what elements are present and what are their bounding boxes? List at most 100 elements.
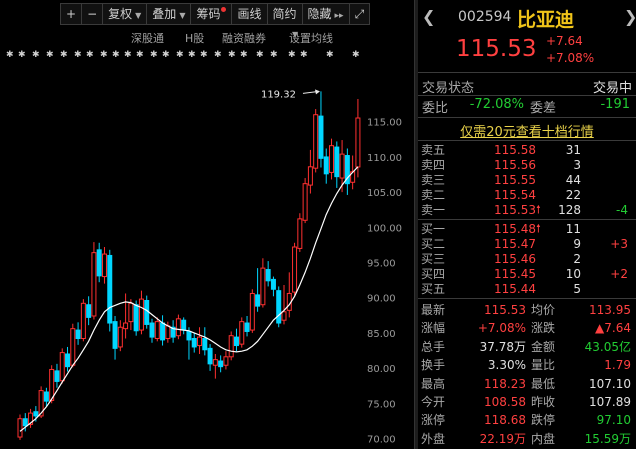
ask-price: 115.54 <box>494 188 536 202</box>
stock-code: 002594 <box>458 9 512 25</box>
shengutong-link[interactable]: 深股通 <box>131 30 164 46</box>
ask-volume: 22 <box>565 188 581 202</box>
divider <box>418 72 636 73</box>
event-marker-icon[interactable]: ✱ <box>200 50 208 60</box>
candle-body-up <box>355 117 361 168</box>
event-marker-icon[interactable]: ✱ <box>352 50 360 60</box>
candle-body-up <box>228 335 234 358</box>
event-marker-icon[interactable]: ✱ <box>150 50 158 60</box>
event-marker-icon[interactable]: ✱ <box>136 50 144 60</box>
next-stock-icon[interactable]: ❯ <box>624 7 636 26</box>
stat-label: 昨收 <box>531 395 556 409</box>
stat-value: 115.53 <box>484 303 526 317</box>
chip-distribution-button[interactable]: 筹码 <box>190 3 233 25</box>
candle-body-down <box>54 370 60 382</box>
ask-volume: 31 <box>565 143 581 157</box>
candle-body-down <box>65 353 71 368</box>
kline-chart-area[interactable]: 115.00 110.00 105.00 100.00 95.00 90.00 85.00 8… <box>0 0 414 449</box>
margin-trading-link[interactable]: 融资融券 <box>222 30 266 46</box>
event-marker-icon[interactable]: ✱ <box>300 50 308 60</box>
event-marker-icon[interactable]: ✱ <box>240 50 248 60</box>
event-marker-icon[interactable]: ✱ <box>46 50 54 60</box>
candle-body-down <box>96 249 102 277</box>
ask-row: 卖五 115.58 31 <box>418 143 636 157</box>
kline-chart[interactable]: 115.00 110.00 105.00 100.00 95.00 90.00 85.00 8… <box>0 0 414 449</box>
hshare-link[interactable]: H股 <box>185 30 204 46</box>
candle-body-down <box>191 338 197 348</box>
ask-row: 卖一 115.53 🠕 128 -4 <box>418 203 636 217</box>
event-marker-icon[interactable]: ✱ <box>288 50 296 60</box>
stats-row: 最高 118.23 最低 107.10 <box>418 375 636 393</box>
ask-delta: -4 <box>616 203 628 217</box>
weicha-label: 委差 <box>530 101 557 116</box>
ask-price: 115.55 <box>494 173 536 187</box>
divider <box>418 219 636 220</box>
candle-body-down <box>334 146 340 178</box>
stat-value: 113.95 <box>589 303 631 317</box>
y-axis-tick-label: 85.00 <box>367 329 396 340</box>
notification-dot-icon <box>221 7 227 12</box>
event-marker-icon[interactable]: ✱ <box>188 50 196 60</box>
event-marker-icon[interactable]: ✱ <box>256 50 264 60</box>
stat-value: 37.78万 <box>479 339 526 354</box>
hide-panel-button[interactable]: 隐藏 ▸▸ <box>301 3 350 25</box>
bid-volume: 9 <box>573 237 581 251</box>
divider <box>418 117 636 118</box>
fuquan-dropdown[interactable]: 复权 ▼ <box>102 3 148 25</box>
quote-header: ❮ 002594 比亚迪 ❯ <box>418 0 636 34</box>
candle-body-up <box>80 302 86 340</box>
stat-label: 量比 <box>531 358 556 373</box>
y-axis-tick-label: 90.00 <box>367 294 396 305</box>
weibi-label: 委比 <box>422 101 449 116</box>
event-marker-icon[interactable]: ✱ <box>100 50 108 60</box>
event-marker-icon[interactable]: ✱ <box>112 50 120 60</box>
simple-mode-button[interactable]: 简约 <box>266 3 303 25</box>
candle-body-up <box>302 183 308 221</box>
stats-row: 总手 37.78万 金额 43.05亿 <box>418 338 636 356</box>
event-marker-icon[interactable]: ✱ <box>270 50 278 60</box>
bid-price: 115.45 <box>494 267 536 281</box>
prev-stock-icon[interactable]: ❮ <box>422 7 435 26</box>
last-price: 115.53 <box>456 36 537 62</box>
weibi-value: -72.08% <box>469 97 524 112</box>
event-marker-icon[interactable]: ✱ <box>18 50 26 60</box>
event-markers-row: ✱ ✱ ✱ ✱ ✱ ✱ ✱ ✱ ✱ ✱ ✱ ✱ ✱ ✱ ✱ ✱ ✱ ✱ ✱ ✱ ✱ ✱ ✱ ✱ ✱ <box>0 50 414 62</box>
bid-volume: 10 <box>565 267 581 281</box>
zoom-in-button[interactable]: + <box>60 3 83 25</box>
bid-volume: 2 <box>573 252 581 266</box>
event-marker-icon[interactable]: ✱ <box>176 50 184 60</box>
candle-body-down <box>218 360 224 368</box>
candle-body-up <box>339 153 345 179</box>
arrow-head-icon <box>314 89 320 95</box>
event-marker-icon[interactable]: ✱ <box>86 50 94 60</box>
chart-toolbar: + − 复权 ▼ 叠加 ▼ 筹码 画线 简约 隐藏 ▸▸ ⤢ <box>60 3 371 25</box>
up-arrow-icon: 🠕 <box>536 222 541 235</box>
event-marker-icon[interactable]: ✱ <box>60 50 68 60</box>
bid-volume: 5 <box>573 282 581 296</box>
chart-subbar: 深股通 H股 融资融券 设置均线 ▼ <box>0 30 414 46</box>
event-marker-icon[interactable]: ✱ <box>32 50 40 60</box>
event-marker-icon[interactable]: ✱ <box>214 50 222 60</box>
candle-body-down <box>265 269 271 282</box>
y-axis-tick-label: 70.00 <box>367 434 396 445</box>
event-marker-icon[interactable]: ✱ <box>6 50 14 60</box>
y-axis-tick-label: 110.00 <box>367 153 402 164</box>
bid-row: 买四 115.45 10 +2 <box>418 267 636 281</box>
fullscreen-button[interactable]: ⤢ <box>348 3 371 25</box>
draw-line-button[interactable]: 画线 <box>231 3 268 25</box>
stat-label: 最新 <box>421 303 446 317</box>
weicha-value: -191 <box>600 97 630 112</box>
expand-icon: ⤢ <box>354 7 365 21</box>
candle-body-down <box>75 329 81 340</box>
overlay-dropdown[interactable]: 叠加 ▼ <box>146 3 192 25</box>
event-marker-icon[interactable]: ✱ <box>74 50 82 60</box>
ten-level-quote-link[interactable]: 仅需20元查看十档行情 <box>418 121 636 140</box>
event-marker-icon[interactable]: ✱ <box>228 50 236 60</box>
candle-body-down <box>207 347 213 365</box>
event-marker-icon[interactable]: ✱ <box>162 50 170 60</box>
candle-body-down <box>112 321 118 349</box>
event-marker-icon[interactable]: ✱ <box>326 50 334 60</box>
event-marker-icon[interactable]: ✱ <box>124 50 132 60</box>
candle-body-up <box>138 298 144 331</box>
zoom-out-button[interactable]: − <box>81 3 104 25</box>
